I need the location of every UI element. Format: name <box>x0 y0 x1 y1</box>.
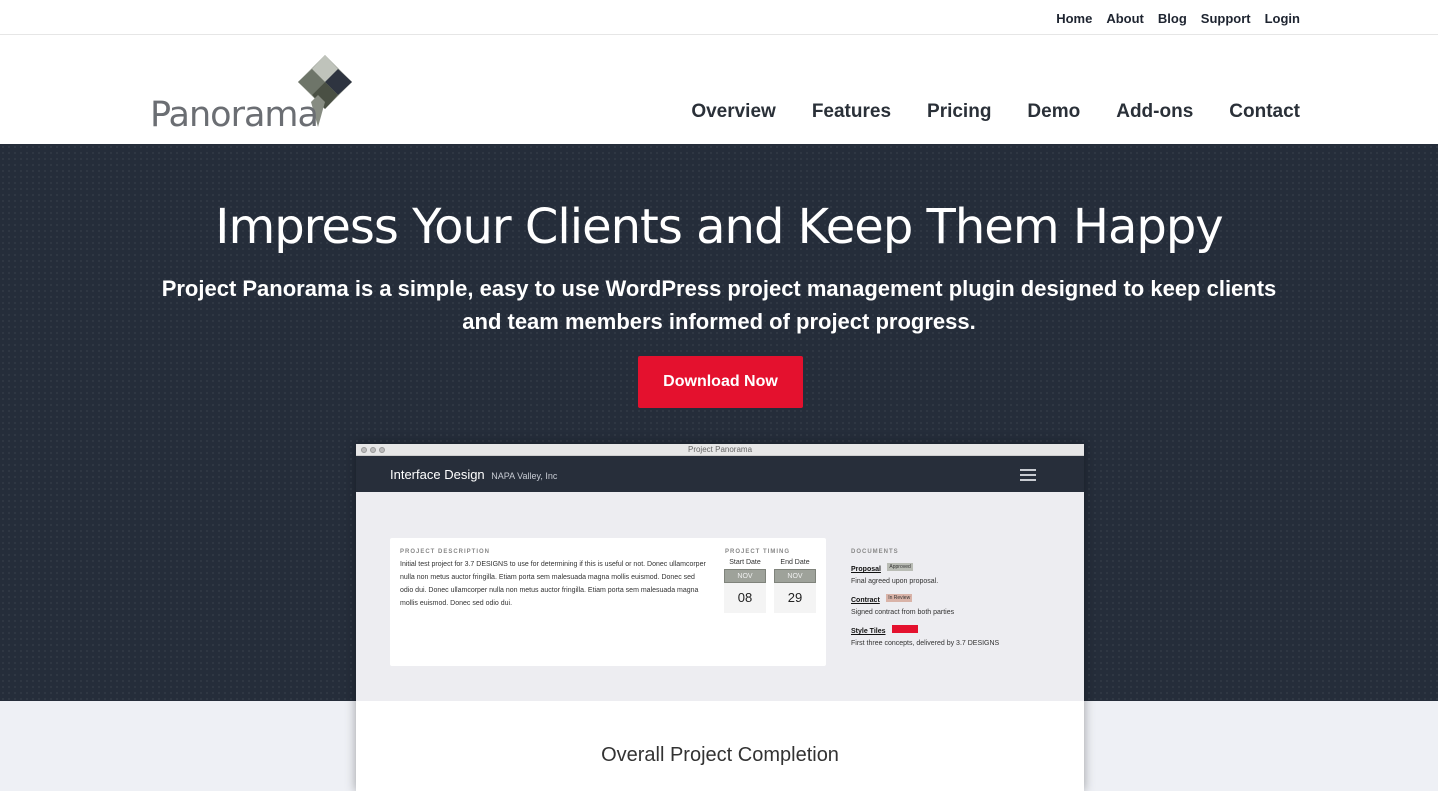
completion-heading: Overall Project Completion <box>601 744 839 766</box>
description-text: Initial test project for 3.7 DESIGNS to … <box>400 561 706 607</box>
site-header: Panorama Overview Features Pricing Demo … <box>0 35 1438 144</box>
start-date-month: NOV <box>724 569 766 583</box>
nav-demo-link[interactable]: Demo <box>1027 101 1080 122</box>
hero-subtitle: Project Panorama is a simple, easy to us… <box>161 276 1277 334</box>
document-description: Signed contract from both parties <box>851 609 955 616</box>
document-item: Style Tiles Revisions First three concep… <box>851 620 1071 647</box>
nav-login-link[interactable]: Login <box>1265 11 1300 26</box>
document-link[interactable]: Contract <box>851 597 880 604</box>
app-project-title: Interface Design NAPA Valley, Inc <box>390 467 557 482</box>
client-name: NAPA Valley, Inc <box>491 471 558 481</box>
document-item: Contract In Review Signed contract from … <box>851 589 1071 616</box>
nav-blog-link[interactable]: Blog <box>1158 11 1187 26</box>
hero-title: Impress Your Clients and Keep Them Happy <box>215 199 1223 255</box>
main-nav: Overview Features Pricing Demo Add-ons C… <box>691 101 1300 123</box>
download-now-button[interactable]: Download Now <box>638 356 803 408</box>
project-overview-card: PROJECT DESCRIPTION Initial test project… <box>390 538 826 666</box>
utility-nav: Home About Blog Support Login <box>1056 10 1300 28</box>
document-description: Final agreed upon proposal. <box>851 578 939 585</box>
status-badge: In Review <box>886 593 913 602</box>
nav-contact-link[interactable]: Contact <box>1229 101 1300 122</box>
nav-pricing-link[interactable]: Pricing <box>927 101 991 122</box>
documents-label: DOCUMENTS <box>851 549 899 555</box>
description-label: PROJECT DESCRIPTION <box>400 549 491 555</box>
app-header: Interface Design NAPA Valley, Inc <box>356 456 1084 492</box>
document-description: First three concepts, delivered by 3.7 D… <box>851 640 1000 647</box>
end-date-label: End Date <box>780 559 810 566</box>
document-link[interactable]: Proposal <box>851 566 881 573</box>
document-item: Proposal Approved Final agreed upon prop… <box>851 558 1071 585</box>
project-name: Interface Design <box>390 467 485 482</box>
document-link[interactable]: Style Tiles <box>851 628 886 635</box>
hamburger-menu-icon <box>1020 469 1036 481</box>
logo-wordmark: Panorama <box>150 95 319 135</box>
utility-bar: Home About Blog Support Login <box>0 0 1438 35</box>
nav-features-link[interactable]: Features <box>812 101 891 122</box>
start-date: Start Date NOV 08 <box>724 559 766 613</box>
nav-overview-link[interactable]: Overview <box>691 101 776 122</box>
window-titlebar: Project Panorama <box>356 444 1084 456</box>
site-logo[interactable]: Panorama <box>150 55 360 135</box>
product-screenshot-window: Project Panorama Interface Design NAPA V… <box>356 444 1084 791</box>
nav-home-link[interactable]: Home <box>1056 11 1092 26</box>
timing-label: PROJECT TIMING <box>725 549 791 555</box>
nav-addons-link[interactable]: Add-ons <box>1116 101 1193 122</box>
status-badge: Approved <box>887 562 913 571</box>
end-date-month: NOV <box>774 569 816 583</box>
nav-about-link[interactable]: About <box>1106 11 1144 26</box>
end-date: End Date NOV 29 <box>774 559 816 613</box>
end-date-day: 29 <box>774 583 816 613</box>
status-badge: Revisions <box>891 624 918 633</box>
start-date-label: Start Date <box>729 559 761 566</box>
window-title: Project Panorama <box>687 445 753 454</box>
documents-panel: DOCUMENTS Proposal Approved Final agreed… <box>851 549 1071 651</box>
start-date-day: 08 <box>724 583 766 613</box>
nav-support-link[interactable]: Support <box>1201 11 1251 26</box>
